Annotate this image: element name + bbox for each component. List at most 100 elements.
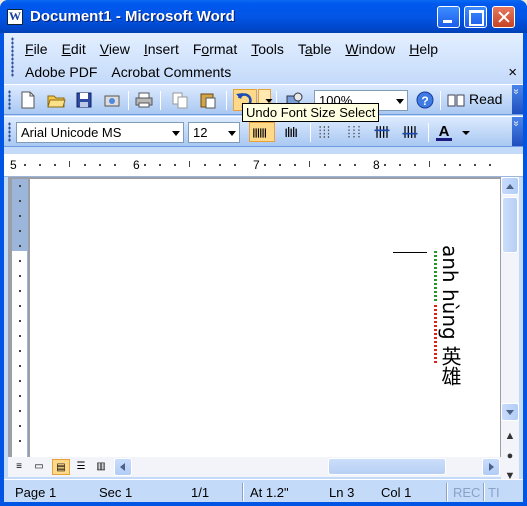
ruler-dot bbox=[19, 245, 21, 247]
font-color-icon[interactable]: A bbox=[434, 122, 454, 142]
menu-table[interactable]: Table bbox=[291, 39, 338, 59]
toolbar-options-icon[interactable] bbox=[512, 85, 523, 114]
ruler-dot bbox=[489, 164, 491, 166]
window-title: Document1 - Microsoft Word bbox=[30, 8, 235, 25]
horizontal-scrollbar[interactable]: ≡ ▭ ▤ ☰ ▥ bbox=[8, 457, 501, 477]
save-icon[interactable] bbox=[74, 90, 94, 110]
scroll-left-icon[interactable] bbox=[114, 458, 132, 476]
svg-text:A: A bbox=[439, 123, 450, 140]
title-bar[interactable]: Document1 - Microsoft Word bbox=[0, 0, 527, 33]
increase-indent-icon[interactable] bbox=[400, 122, 424, 142]
ruler-dot bbox=[19, 410, 21, 412]
scroll-right-icon[interactable] bbox=[482, 458, 500, 476]
menu-grip[interactable] bbox=[11, 37, 14, 77]
font-name-select[interactable]: Arial Unicode MS bbox=[16, 122, 184, 143]
ruler-dot bbox=[114, 164, 116, 166]
web-layout-icon[interactable]: ▭ bbox=[30, 459, 48, 475]
normal-view-icon[interactable]: ≡ bbox=[10, 459, 28, 475]
ruler-dot bbox=[444, 164, 446, 166]
toolbar-separator bbox=[440, 91, 441, 110]
font-size-select[interactable]: 12 bbox=[188, 122, 240, 143]
status-line: Ln 3 bbox=[329, 485, 355, 500]
menu-tools[interactable]: Tools bbox=[244, 39, 291, 59]
copy-icon[interactable] bbox=[170, 90, 190, 110]
status-rec[interactable]: REC bbox=[453, 484, 480, 501]
new-document-icon[interactable] bbox=[18, 90, 38, 110]
menu-adobe-pdf[interactable]: Adobe PDF bbox=[18, 62, 104, 82]
numbering-icon[interactable] bbox=[316, 122, 340, 142]
menu-edit[interactable]: Edit bbox=[55, 39, 93, 59]
status-trk[interactable]: TI bbox=[488, 484, 500, 501]
close-document-icon[interactable]: × bbox=[508, 64, 517, 81]
ruler-dot bbox=[19, 425, 21, 427]
previous-page-icon[interactable]: ▲ bbox=[501, 427, 519, 445]
outline-view-icon[interactable]: ☰ bbox=[72, 459, 90, 475]
font-name-value: Arial Unicode MS bbox=[21, 125, 122, 140]
ruler-dot bbox=[24, 164, 26, 166]
ruler-dot bbox=[414, 164, 416, 166]
toolbar-grip[interactable] bbox=[8, 122, 11, 142]
menu-insert[interactable]: Insert bbox=[137, 39, 186, 59]
menu-help[interactable]: Help bbox=[402, 39, 445, 59]
status-separator bbox=[483, 483, 485, 501]
chevron-down-icon[interactable] bbox=[393, 91, 407, 110]
ruler-dot bbox=[279, 164, 281, 166]
ruler-dot bbox=[19, 350, 21, 352]
ruler-dot bbox=[19, 230, 21, 232]
status-page: Page 1 bbox=[15, 485, 57, 500]
ruler-dot bbox=[384, 164, 386, 166]
vertical-scrollbar[interactable]: ▲ ● ▼ bbox=[501, 177, 519, 482]
chevron-down-icon[interactable] bbox=[225, 123, 239, 142]
paste-icon[interactable] bbox=[198, 90, 218, 110]
print-layout-icon[interactable]: ▤ bbox=[52, 459, 70, 475]
horizontal-scroll-thumb[interactable] bbox=[328, 458, 446, 475]
align-center-icon[interactable] bbox=[282, 122, 306, 142]
print-icon[interactable] bbox=[134, 90, 154, 110]
menu-format[interactable]: Format bbox=[186, 39, 244, 59]
ruler-dot bbox=[174, 164, 176, 166]
ruler-dot bbox=[159, 164, 161, 166]
read-button[interactable]: Read bbox=[446, 90, 504, 110]
toolbar-grip[interactable] bbox=[8, 90, 11, 110]
status-section: Sec 1 bbox=[99, 485, 133, 500]
bullets-icon[interactable] bbox=[344, 122, 368, 142]
open-folder-icon[interactable] bbox=[46, 90, 66, 110]
maximize-button[interactable] bbox=[464, 6, 487, 28]
ruler-dot bbox=[84, 164, 86, 166]
ruler-tick bbox=[429, 161, 430, 167]
document-page[interactable]: anh hùng 英雄 bbox=[30, 179, 500, 457]
ruler-dot bbox=[354, 164, 356, 166]
select-browse-object-icon[interactable]: ● bbox=[501, 447, 519, 465]
ruler-dot bbox=[99, 164, 101, 166]
horizontal-ruler[interactable]: 5 6 7 8 bbox=[4, 154, 523, 177]
menu-file[interactable]: File bbox=[18, 39, 55, 59]
client-area: File Edit View Insert Format Tools Table Window… bbox=[4, 33, 523, 502]
reading-layout-icon[interactable]: ▥ bbox=[92, 459, 110, 475]
permission-icon[interactable] bbox=[102, 90, 122, 110]
align-text-icon[interactable] bbox=[249, 122, 275, 142]
menu-view[interactable]: View bbox=[93, 39, 137, 59]
ruler-dot bbox=[324, 164, 326, 166]
minimize-button[interactable] bbox=[437, 6, 460, 28]
ruler-dot bbox=[19, 185, 21, 187]
word-app-icon[interactable] bbox=[7, 9, 23, 25]
help-icon[interactable]: ? bbox=[415, 90, 435, 110]
vertical-ruler[interactable] bbox=[12, 179, 28, 457]
menu-bar: File Edit View Insert Format Tools Table Window… bbox=[4, 33, 523, 84]
menu-acrobat-comments[interactable]: Acrobat Comments bbox=[104, 62, 238, 82]
ruler-tick bbox=[309, 161, 310, 167]
scroll-down-icon[interactable] bbox=[501, 403, 519, 421]
vertical-scroll-thumb[interactable] bbox=[502, 197, 518, 253]
decrease-indent-icon[interactable] bbox=[372, 122, 396, 142]
scroll-up-icon[interactable] bbox=[501, 177, 519, 195]
close-button[interactable] bbox=[492, 6, 515, 28]
ruler-dot bbox=[19, 275, 21, 277]
toolbar-options-icon[interactable] bbox=[512, 117, 523, 146]
toolbar-separator bbox=[128, 91, 129, 110]
word-window: Document1 - Microsoft Word FileEditViewI… bbox=[0, 0, 527, 506]
font-color-dropdown-icon[interactable] bbox=[456, 122, 470, 142]
ruler-dot bbox=[19, 440, 21, 442]
menu-window[interactable]: Window bbox=[338, 39, 402, 59]
chevron-down-icon[interactable] bbox=[169, 123, 183, 142]
document-vertical-text[interactable]: anh hùng 英雄 bbox=[435, 245, 465, 386]
